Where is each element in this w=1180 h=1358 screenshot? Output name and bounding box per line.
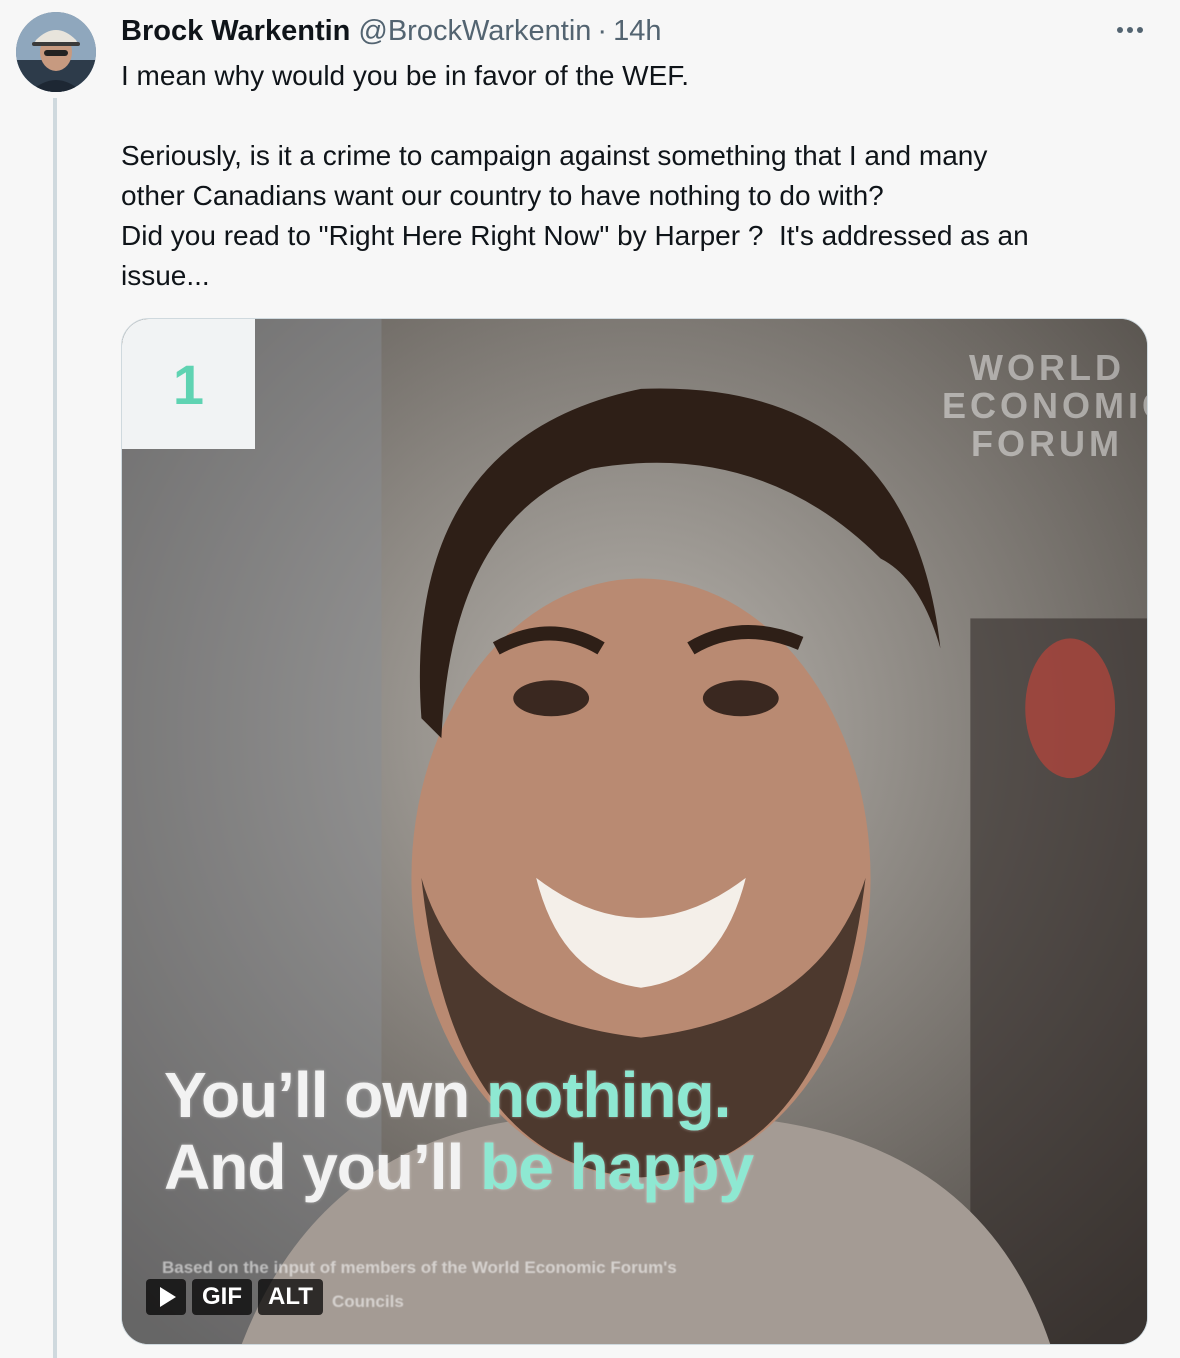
separator-dot: · [597,14,608,47]
video-caption: You’ll own nothing. And you’ll be happy [164,1059,754,1203]
alt-badge[interactable]: ALT [258,1279,323,1315]
timestamp[interactable]: 14h [613,15,661,48]
overlay-number: 1 [122,319,255,449]
gif-badge: GIF [192,1279,252,1315]
tweet-header: Brock Warkentin @BrockWarkentin · 14h [121,12,661,50]
play-icon[interactable] [146,1279,186,1315]
tweet-text: I mean why would you be in favor of the … [121,56,1131,296]
author-handle[interactable]: @BrockWarkentin [358,15,591,48]
tweet-paragraph-1: I mean why would you be in favor of the … [121,60,690,91]
wef-logo: WORLD ECONOMIC FORUM [942,347,1147,464]
tweet[interactable]: Brock Warkentin @BrockWarkentin · 14h I … [0,0,1180,1358]
tweet-paragraph-2: Seriously, is it a crime to campaign aga… [121,140,1029,291]
more-options-icon[interactable] [1108,16,1152,44]
gif-media[interactable]: 1 WORLD ECONOMIC FORUM You’ll own nothin… [121,318,1148,1345]
author-name[interactable]: Brock Warkentin [121,15,350,48]
thread-line [53,98,57,1358]
avatar[interactable] [16,12,96,92]
media-controls: GIF ALT [146,1279,323,1315]
